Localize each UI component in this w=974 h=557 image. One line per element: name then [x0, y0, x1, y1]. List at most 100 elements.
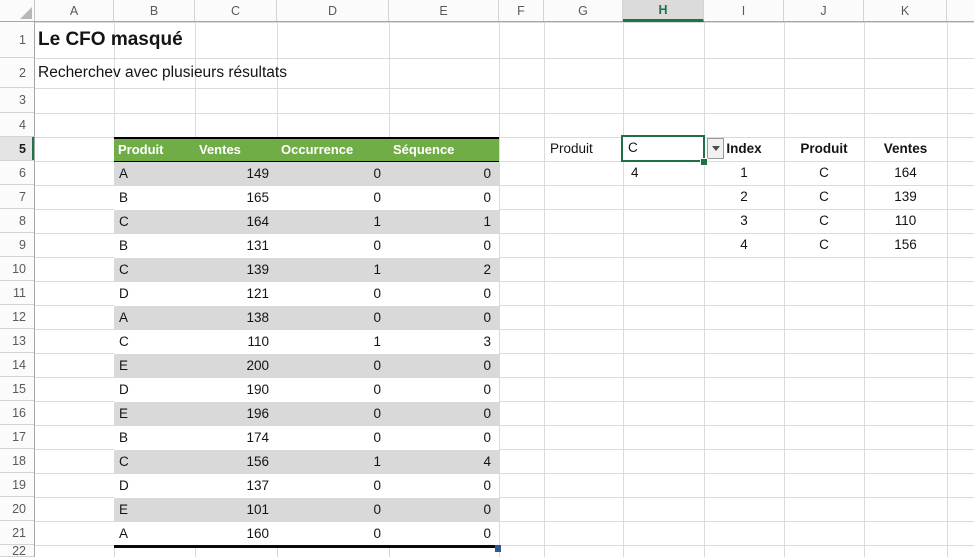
result-cell[interactable]: C: [784, 161, 864, 185]
row-header-22[interactable]: 22: [0, 545, 34, 557]
column-header-C[interactable]: C: [195, 0, 277, 21]
table-cell[interactable]: 137: [195, 474, 277, 498]
fill-handle[interactable]: [700, 158, 708, 166]
table-cell[interactable]: 4: [389, 450, 499, 474]
row-header-3[interactable]: 3: [0, 88, 34, 113]
table-cell[interactable]: 3: [389, 330, 499, 354]
result-cell[interactable]: 156: [864, 233, 947, 257]
table-cell[interactable]: 0: [389, 474, 499, 498]
cell-g5-produit-label[interactable]: Produit: [550, 137, 593, 161]
row-header-13[interactable]: 13: [0, 329, 34, 353]
row-header-4[interactable]: 4: [0, 113, 34, 137]
table-cell[interactable]: E: [114, 354, 195, 378]
table-cell[interactable]: 1: [389, 210, 499, 234]
table-cell[interactable]: 0: [389, 498, 499, 522]
row-header-15[interactable]: 15: [0, 377, 34, 401]
table-cell[interactable]: 0: [277, 498, 389, 522]
table-cell[interactable]: B: [114, 234, 195, 258]
table-cell[interactable]: 0: [277, 378, 389, 402]
row-header-6[interactable]: 6: [0, 161, 34, 185]
cell-h6-count[interactable]: 4: [631, 161, 639, 185]
row-header-12[interactable]: 12: [0, 305, 34, 329]
table-cell[interactable]: 101: [195, 498, 277, 522]
table-cell[interactable]: 0: [277, 402, 389, 426]
table-cell[interactable]: D: [114, 474, 195, 498]
table-cell[interactable]: 0: [389, 162, 499, 186]
selected-cell-h5[interactable]: C: [621, 135, 705, 162]
result-cell[interactable]: 164: [864, 161, 947, 185]
table-cell[interactable]: 0: [389, 426, 499, 450]
table-cell[interactable]: 0: [277, 426, 389, 450]
table-cell[interactable]: 1: [277, 258, 389, 282]
table-cell[interactable]: 1: [277, 450, 389, 474]
row-header-11[interactable]: 11: [0, 281, 34, 305]
row-header-5[interactable]: 5: [0, 137, 34, 161]
table-cell[interactable]: C: [114, 450, 195, 474]
table-cell[interactable]: 0: [389, 402, 499, 426]
table-cell[interactable]: 139: [195, 258, 277, 282]
table-cell[interactable]: 0: [277, 474, 389, 498]
table-cell[interactable]: 0: [389, 234, 499, 258]
table-cell[interactable]: 0: [277, 354, 389, 378]
table-cell[interactable]: 131: [195, 234, 277, 258]
row-header-7[interactable]: 7: [0, 185, 34, 209]
row-header-21[interactable]: 21: [0, 521, 34, 545]
table-cell[interactable]: 0: [277, 186, 389, 210]
table-cell[interactable]: B: [114, 426, 195, 450]
table-cell[interactable]: 0: [389, 378, 499, 402]
table-cell[interactable]: D: [114, 282, 195, 306]
table-cell[interactable]: 121: [195, 282, 277, 306]
select-all-corner[interactable]: [0, 0, 35, 21]
data-validation-dropdown-button[interactable]: [707, 138, 724, 159]
table-cell[interactable]: 110: [195, 330, 277, 354]
result-cell[interactable]: C: [784, 209, 864, 233]
column-header-D[interactable]: D: [277, 0, 389, 21]
row-header-17[interactable]: 17: [0, 425, 34, 449]
column-header-E[interactable]: E: [389, 0, 499, 21]
cell-a2-subtitle[interactable]: Recherchev avec plusieurs résultats: [38, 58, 287, 88]
result-cell[interactable]: 1: [704, 161, 784, 185]
table-header-produit[interactable]: Produit: [114, 139, 195, 161]
result-cell[interactable]: 2: [704, 185, 784, 209]
result-cell[interactable]: 110: [864, 209, 947, 233]
table-cell[interactable]: 0: [389, 186, 499, 210]
row-header-2[interactable]: 2: [0, 58, 34, 88]
row-header-1[interactable]: 1: [0, 22, 34, 58]
table-cell[interactable]: C: [114, 258, 195, 282]
result-cell[interactable]: 3: [704, 209, 784, 233]
table-cell[interactable]: E: [114, 402, 195, 426]
table-cell[interactable]: 0: [389, 306, 499, 330]
result-header-produit[interactable]: Produit: [784, 137, 864, 161]
cell-a1-title[interactable]: Le CFO masqué: [38, 22, 183, 58]
table-cell[interactable]: 0: [277, 282, 389, 306]
table-cell[interactable]: 0: [277, 234, 389, 258]
row-header-20[interactable]: 20: [0, 497, 34, 521]
column-header-G[interactable]: G: [544, 0, 623, 21]
result-header-ventes[interactable]: Ventes: [864, 137, 947, 161]
table-cell[interactable]: D: [114, 378, 195, 402]
column-header-B[interactable]: B: [114, 0, 195, 21]
table-cell[interactable]: 0: [389, 282, 499, 306]
row-header-18[interactable]: 18: [0, 449, 34, 473]
column-header-K[interactable]: K: [864, 0, 947, 21]
table-cell[interactable]: C: [114, 330, 195, 354]
column-header-A[interactable]: A: [35, 0, 114, 21]
table-cell[interactable]: A: [114, 162, 195, 186]
table-cell[interactable]: 0: [277, 306, 389, 330]
table-cell[interactable]: 196: [195, 402, 277, 426]
row-header-19[interactable]: 19: [0, 473, 34, 497]
column-header-I[interactable]: I: [704, 0, 784, 21]
table-cell[interactable]: 165: [195, 186, 277, 210]
table-cell[interactable]: B: [114, 186, 195, 210]
table-cell[interactable]: 1: [277, 210, 389, 234]
result-cell[interactable]: 139: [864, 185, 947, 209]
result-cell[interactable]: C: [784, 233, 864, 257]
table-header-ventes[interactable]: Ventes: [195, 139, 277, 161]
row-header-16[interactable]: 16: [0, 401, 34, 425]
row-header-8[interactable]: 8: [0, 209, 34, 233]
table-cell[interactable]: 164: [195, 210, 277, 234]
row-header-14[interactable]: 14: [0, 353, 34, 377]
row-header-10[interactable]: 10: [0, 257, 34, 281]
row-header-9[interactable]: 9: [0, 233, 34, 257]
column-header-F[interactable]: F: [499, 0, 544, 21]
